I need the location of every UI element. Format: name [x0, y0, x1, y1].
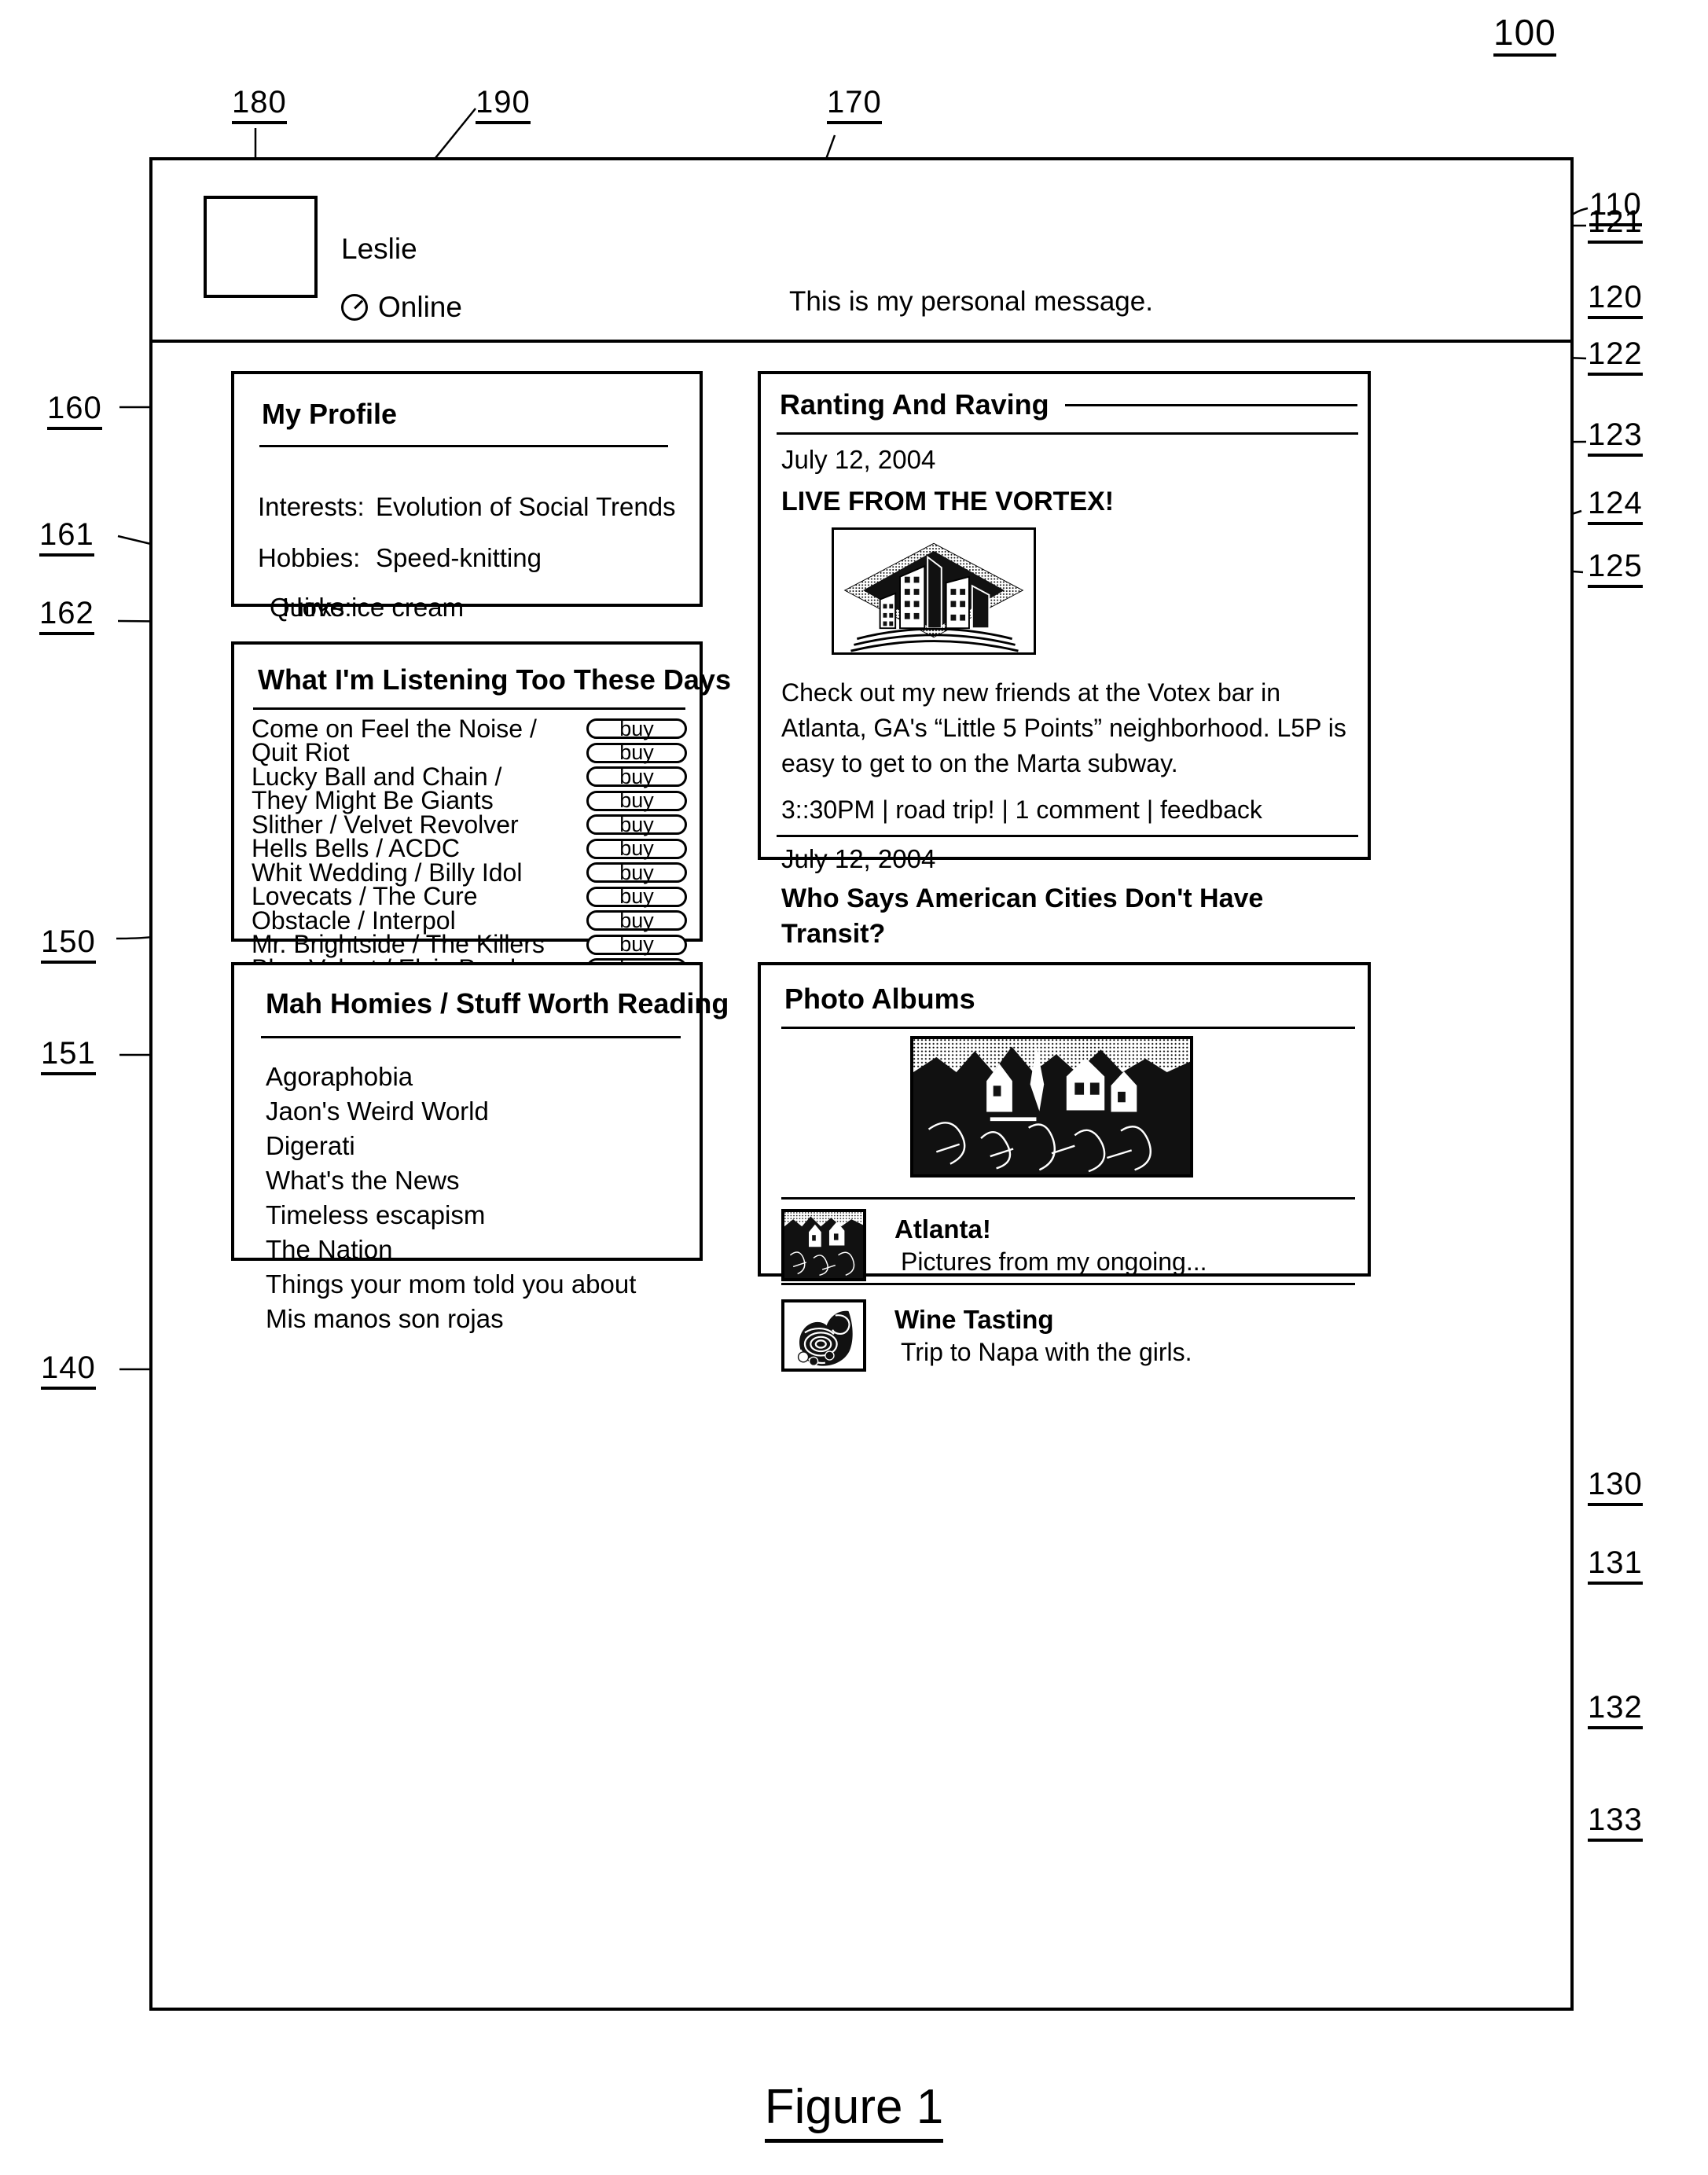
buy-button[interactable]: buy — [586, 932, 687, 956]
buy-button[interactable]: buy — [586, 909, 687, 932]
divider — [781, 1283, 1355, 1285]
blog-post-meta[interactable]: 3::30PM | road trip! | 1 comment | feedb… — [781, 795, 1262, 825]
list-item[interactable]: Jaon's Weird World — [266, 1094, 636, 1129]
music-list-item: Whit Wedding / Billy Idol buy — [252, 858, 692, 887]
blog-panel-title: Ranting And Raving — [780, 388, 1049, 421]
buy-button[interactable]: buy — [586, 765, 687, 788]
music-list-item: Obstacle / Interpol buy — [252, 906, 692, 935]
blog-post-body: Check out my new friends at the Votex ba… — [781, 678, 1346, 777]
album-entry[interactable]: Wine Tasting Trip to Napa with the girls… — [781, 1299, 1192, 1372]
album-entry-text: Wine Tasting Trip to Napa with the girls… — [894, 1305, 1192, 1367]
divider — [261, 1036, 681, 1038]
music-list-item: Come on Feel the Noise / buy — [252, 715, 692, 743]
blog-panel-header: Ranting And Raving — [780, 388, 1357, 421]
divider — [253, 707, 685, 710]
profile-value-interests: Evolution of Social Trends — [376, 492, 676, 521]
profile-value-quirks: I love ice cream — [282, 593, 465, 622]
profile-row-interests: Interests: Evolution of Social Trends — [258, 492, 676, 522]
profile-key-interests: Interests: — [258, 492, 365, 521]
album-description: Pictures from my ongoing... — [901, 1247, 1207, 1276]
homies-panel-title: Mah Homies / Stuff Worth Reading — [266, 987, 729, 1020]
album-thumbnail[interactable] — [781, 1299, 866, 1372]
photo-albums-panel: Photo Albums Atlanta! Pictures from my o… — [758, 962, 1371, 1372]
figure-caption: Figure 1 — [0, 2079, 1708, 2143]
list-item[interactable]: Mis manos son rojas — [266, 1302, 636, 1336]
list-item[interactable]: The Nation — [266, 1233, 636, 1267]
blog-post-date: July 12, 2004 — [781, 844, 936, 873]
profile-row-quirks: Quirks:I love ice cream — [270, 593, 465, 622]
list-item[interactable]: Timeless escapism — [266, 1198, 636, 1233]
village-landscape-icon — [913, 1039, 1190, 1174]
profile-key-hobbies: Hobbies: — [258, 543, 361, 572]
music-list-item: Hells Bells / ACDC buy — [252, 834, 692, 862]
status-label: Online — [378, 291, 462, 323]
list-item[interactable]: Digerati — [266, 1129, 636, 1163]
user-profile-page: Leslie Online This is my personal messag… — [149, 157, 1574, 2011]
buy-button[interactable]: buy — [586, 813, 687, 836]
music-list-item: They Might Be Giants buy — [252, 786, 692, 814]
village-thumbnail-icon — [784, 1212, 863, 1278]
blog-post-headline: Who Says American Cities Don't Have Tran… — [781, 884, 1264, 949]
homies-list: Agoraphobia Jaon's Weird World Digerati … — [266, 1060, 636, 1336]
online-status[interactable]: Online — [341, 291, 462, 324]
buy-button[interactable]: buy — [586, 740, 687, 764]
album-hero-image[interactable] — [910, 1036, 1193, 1178]
album-thumbnail[interactable] — [781, 1209, 866, 1281]
music-list-item: Lovecats / The Cure buy — [252, 882, 692, 910]
my-profile-title: My Profile — [262, 398, 398, 430]
music-list-item: Lucky Ball and Chain / buy — [252, 762, 692, 791]
buy-button[interactable]: buy — [586, 884, 687, 908]
album-description: Trip to Napa with the girls. — [901, 1337, 1192, 1366]
divider — [781, 1197, 1355, 1200]
album-name: Wine Tasting — [894, 1304, 1054, 1334]
buy-button[interactable]: buy — [586, 836, 687, 860]
personal-message: This is my personal message. — [789, 286, 1153, 317]
list-item[interactable]: What's the News — [266, 1163, 636, 1198]
profile-value-hobbies: Speed-knitting — [376, 543, 542, 572]
album-entry[interactable]: Atlanta! Pictures from my ongoing... — [781, 1209, 1207, 1281]
blog-panel: Ranting And Raving July 12, 2004 LIVE FR… — [758, 371, 1371, 1106]
photo-albums-title: Photo Albums — [784, 983, 975, 1015]
blog-post-headline: LIVE FROM THE VORTEX! — [781, 487, 1115, 516]
user-name: Leslie — [341, 233, 417, 265]
blog-post-image[interactable] — [832, 527, 1036, 655]
listening-panel: What I'm Listening Too These Days Come o… — [231, 641, 731, 1006]
avatar[interactable] — [204, 196, 318, 298]
buy-button[interactable]: buy — [586, 788, 687, 812]
album-entry-text: Atlanta! Pictures from my ongoing... — [894, 1214, 1207, 1277]
album-name: Atlanta! — [894, 1214, 991, 1244]
music-list-item: Mr. Brightside / The Killers buy — [252, 930, 692, 958]
blog-post-date: July 12, 2004 — [781, 445, 936, 474]
music-list-item: Quit Riot buy — [252, 738, 692, 766]
cityscape-diamond-icon — [843, 542, 1024, 652]
divider — [781, 1027, 1355, 1029]
page-header: Leslie Online This is my personal messag… — [152, 160, 1570, 343]
list-item[interactable]: Things your mom told you about — [266, 1267, 636, 1302]
figure-caption-text: Figure 1 — [764, 2080, 944, 2143]
divider — [777, 432, 1358, 435]
listening-panel-title: What I'm Listening Too These Days — [258, 663, 731, 696]
profile-row-hobbies: Hobbies: Speed-knitting — [258, 543, 542, 573]
wine-grapes-icon — [784, 1302, 863, 1369]
my-profile-panel: My Profile Interests: Evolution of Social… — [231, 371, 703, 718]
list-item[interactable]: Agoraphobia — [266, 1060, 636, 1094]
divider — [1064, 403, 1357, 406]
homies-panel: Mah Homies / Stuff Worth Reading Agoraph… — [231, 962, 729, 1333]
music-list-item: Slither / Velvet Revolver buy — [252, 810, 692, 839]
divider — [777, 835, 1358, 837]
buy-button[interactable]: buy — [586, 717, 687, 740]
status-indicator-icon — [341, 294, 368, 321]
buy-button[interactable]: buy — [586, 861, 687, 884]
divider — [259, 445, 668, 447]
